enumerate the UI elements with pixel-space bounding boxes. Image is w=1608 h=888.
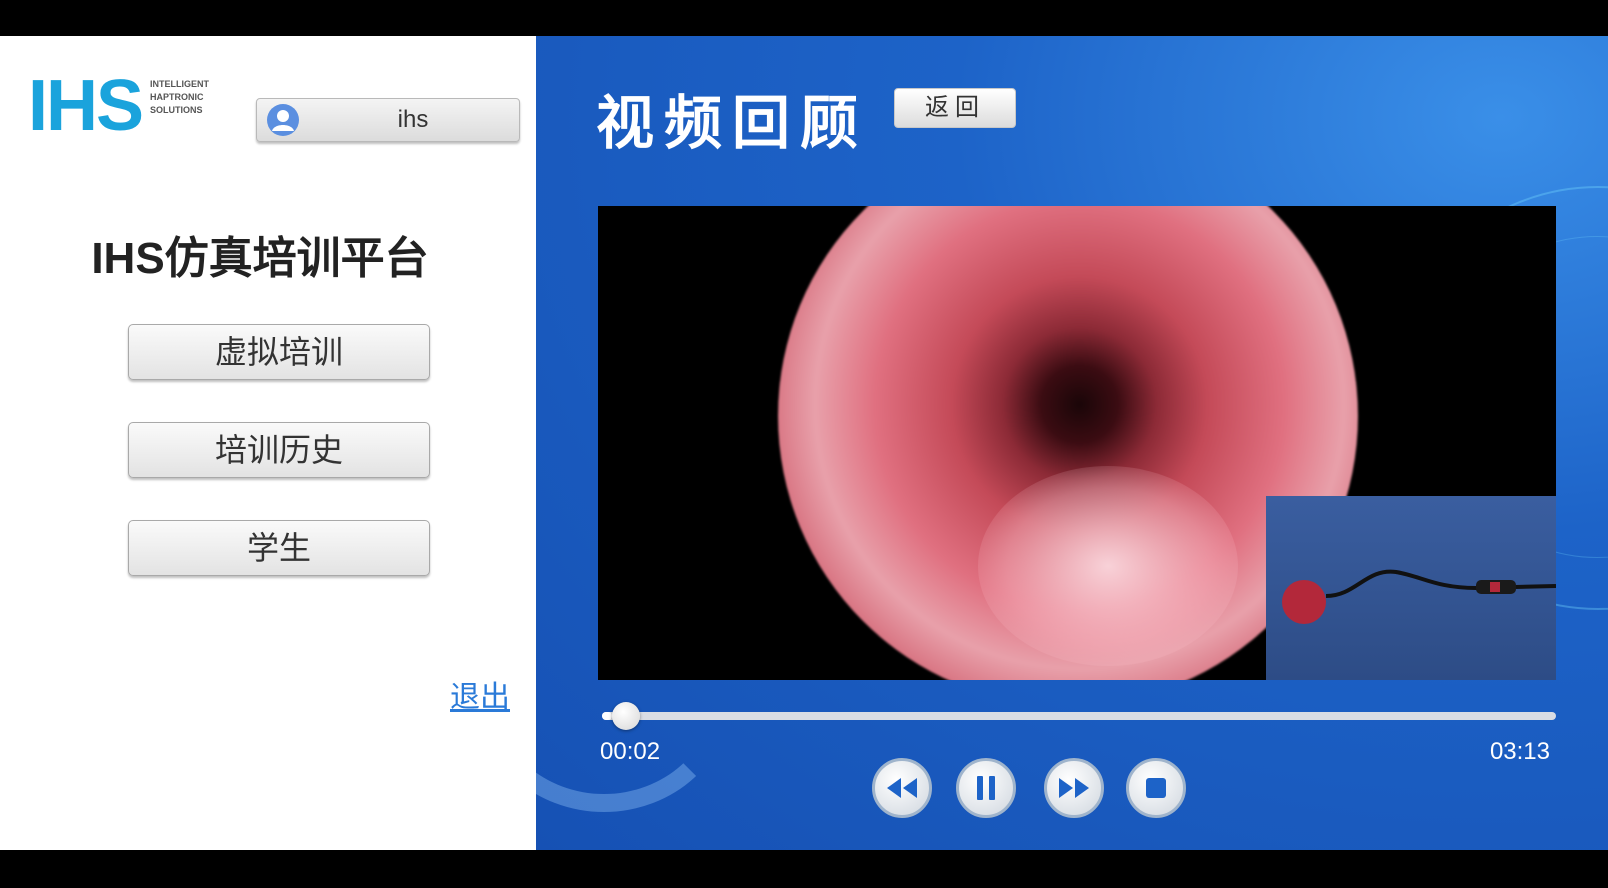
progress-thumb[interactable] <box>611 702 640 730</box>
logo-subtitle-line: INTELLIGENT <box>150 79 209 89</box>
progress-bar[interactable] <box>602 702 1556 730</box>
user-account-box[interactable]: ihs <box>256 98 520 142</box>
pause-icon <box>977 776 995 800</box>
exit-link[interactable]: 退出 <box>450 672 510 716</box>
rewind-icon <box>887 778 917 798</box>
stop-button[interactable] <box>1126 758 1186 818</box>
endoscope-tube <box>1326 569 1556 598</box>
instrument-preview-inset <box>1266 496 1556 680</box>
back-button[interactable]: 返回 <box>894 88 1016 128</box>
students-button[interactable]: 学生 <box>128 520 430 576</box>
sidebar: IHS INTELLIGENT HAPTRONIC SOLUTIONS ihs … <box>0 36 536 850</box>
video-review-panel: 视频回顾 返回 00:02 03:13 <box>536 36 1608 850</box>
current-time: 00:02 <box>600 738 661 765</box>
fast-forward-icon <box>1059 778 1089 798</box>
virtual-training-button[interactable]: 虚拟培训 <box>128 324 430 380</box>
logo-subtitle-line: HAPTRONIC <box>150 92 204 102</box>
ihs-logo: IHS INTELLIGENT HAPTRONIC SOLUTIONS <box>28 66 248 146</box>
page-title: 视频回顾 <box>596 91 869 156</box>
pause-button[interactable] <box>956 758 1016 818</box>
fast-forward-button[interactable] <box>1044 758 1104 818</box>
logo-mark: IHS <box>28 66 144 146</box>
logo-subtitle: INTELLIGENT HAPTRONIC SOLUTIONS <box>150 78 260 117</box>
stop-icon <box>1146 778 1166 798</box>
username-label: ihs <box>397 106 429 133</box>
user-avatar-icon <box>267 104 299 136</box>
total-time: 03:13 <box>1489 738 1550 765</box>
app-window: IHS INTELLIGENT HAPTRONIC SOLUTIONS ihs … <box>0 36 1608 850</box>
organ-model <box>1282 580 1326 624</box>
platform-title: IHS仿真培训平台 <box>91 234 429 283</box>
rewind-button[interactable] <box>872 758 932 818</box>
endoscope-highlight <box>978 466 1238 666</box>
progress-fill <box>602 712 612 720</box>
logo-subtitle-line: SOLUTIONS <box>150 105 203 115</box>
training-history-button[interactable]: 培训历史 <box>128 422 430 478</box>
video-player[interactable] <box>598 206 1556 680</box>
